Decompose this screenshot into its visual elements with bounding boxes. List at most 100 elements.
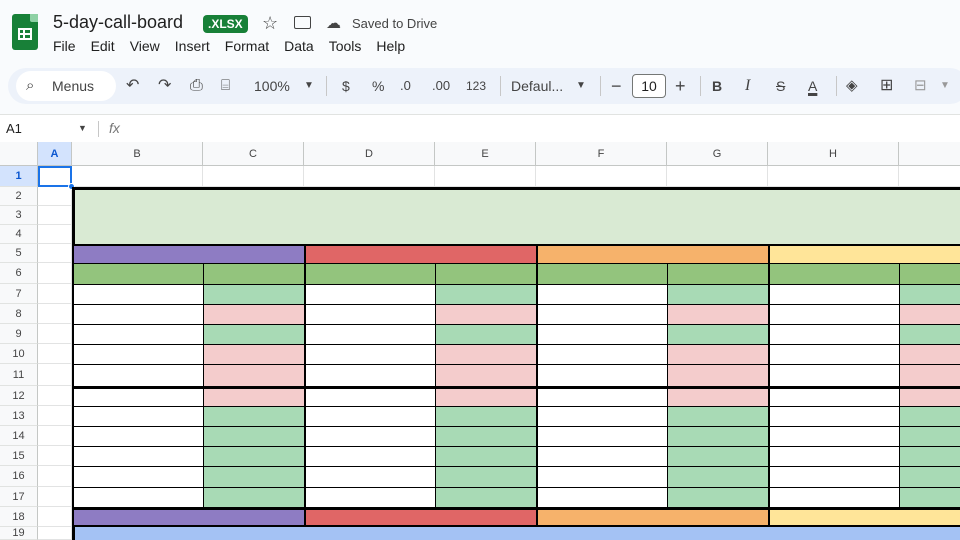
metric-value[interactable] (899, 284, 960, 304)
row-header-9[interactable]: 9 (0, 324, 38, 344)
grid-cell[interactable] (667, 166, 768, 187)
metric-value[interactable] (203, 487, 304, 507)
metric-value[interactable] (899, 344, 960, 364)
name-box[interactable]: A1 (6, 121, 22, 136)
metric-value[interactable] (899, 324, 960, 344)
grid-cell[interactable] (38, 263, 72, 284)
zoom-chevron-down-icon[interactable]: ▼ (304, 68, 314, 104)
grid-cell[interactable] (38, 304, 72, 324)
column-header-e[interactable]: E (435, 142, 536, 166)
metric-value[interactable] (899, 487, 960, 507)
menu-item-insert[interactable]: Insert (175, 38, 210, 54)
active-cell-a1[interactable] (38, 166, 72, 187)
metric-value[interactable] (899, 426, 960, 446)
paint-format-icon[interactable]: ⌸ (221, 68, 230, 104)
metric-value[interactable] (435, 487, 536, 507)
metric-value[interactable] (203, 324, 304, 344)
metric-value[interactable] (435, 426, 536, 446)
column-header-i[interactable]: I (899, 142, 960, 166)
metric-value[interactable] (203, 386, 304, 406)
row-header-7[interactable]: 7 (0, 284, 38, 304)
grid-cell[interactable] (38, 426, 72, 446)
name-box-chevron-down-icon[interactable]: ▼ (78, 123, 87, 133)
grid-cell[interactable] (38, 284, 72, 304)
column-header-g[interactable]: G (667, 142, 768, 166)
metric-value[interactable] (203, 304, 304, 324)
grid-cell[interactable] (38, 364, 72, 386)
font-select[interactable]: Defaul... (511, 68, 563, 104)
metric-value[interactable] (435, 324, 536, 344)
metric-value[interactable] (435, 446, 536, 466)
select-all-corner[interactable] (0, 142, 38, 166)
row-header-19[interactable]: 19 (0, 527, 38, 540)
metric-value[interactable] (667, 386, 768, 406)
metric-value[interactable] (203, 426, 304, 446)
insert-date-cell[interactable] (667, 263, 768, 284)
merge-cells-icon[interactable]: ⊟ (914, 68, 927, 104)
row-header-15[interactable]: 15 (0, 446, 38, 466)
metric-value[interactable] (667, 466, 768, 487)
grid-cell[interactable] (38, 466, 72, 487)
grid-cell[interactable] (768, 166, 899, 187)
metric-value[interactable] (899, 466, 960, 487)
metric-value[interactable] (899, 386, 960, 406)
metric-value[interactable] (203, 344, 304, 364)
grid-cell[interactable] (38, 324, 72, 344)
menu-item-data[interactable]: Data (284, 38, 314, 54)
grid-cell[interactable] (435, 166, 536, 187)
row-header-10[interactable]: 10 (0, 344, 38, 364)
merge-chevron-down-icon[interactable]: ▼ (940, 68, 950, 104)
metric-value[interactable] (899, 406, 960, 426)
spreadsheet-grid[interactable]: ABCDEFGHI12345678910111213141516171819 (0, 142, 960, 540)
grid-cell[interactable] (72, 166, 203, 187)
percent-format-button[interactable]: % (372, 68, 384, 104)
column-header-d[interactable]: D (304, 142, 435, 166)
row-header-18[interactable]: 18 (0, 507, 38, 527)
italic-button[interactable]: I (745, 68, 750, 104)
star-icon[interactable]: ☆ (262, 13, 278, 34)
currency-format-button[interactable]: $ (342, 68, 350, 104)
metric-value[interactable] (435, 466, 536, 487)
metric-value[interactable] (667, 324, 768, 344)
increase-decimal-button[interactable]: .00 (432, 68, 450, 104)
metric-value[interactable] (667, 304, 768, 324)
insert-date-cell[interactable] (203, 263, 304, 284)
row-header-5[interactable]: 5 (0, 244, 38, 263)
insert-date-cell[interactable] (899, 263, 960, 284)
metric-value[interactable] (667, 487, 768, 507)
column-header-c[interactable]: C (203, 142, 304, 166)
metric-value[interactable] (203, 406, 304, 426)
row-header-14[interactable]: 14 (0, 426, 38, 446)
strikethrough-button[interactable]: S (776, 68, 785, 104)
row-header-11[interactable]: 11 (0, 364, 38, 386)
search-menus[interactable]: ⌕ Menus (16, 71, 116, 101)
grid-cell[interactable] (38, 344, 72, 364)
metric-value[interactable] (667, 406, 768, 426)
menu-item-help[interactable]: Help (376, 38, 405, 54)
row-header-12[interactable]: 12 (0, 386, 38, 406)
borders-icon[interactable]: ⊞ (880, 68, 893, 104)
metric-value[interactable] (435, 406, 536, 426)
menu-item-edit[interactable]: Edit (91, 38, 115, 54)
grid-cell[interactable] (304, 166, 435, 187)
grid-cell[interactable] (38, 206, 72, 225)
grid-cell[interactable] (536, 166, 667, 187)
metric-value[interactable] (435, 344, 536, 364)
row-header-17[interactable]: 17 (0, 487, 38, 507)
metric-value[interactable] (203, 446, 304, 466)
metric-value[interactable] (667, 284, 768, 304)
metric-value[interactable] (203, 466, 304, 487)
metric-value[interactable] (435, 386, 536, 406)
metric-value[interactable] (667, 426, 768, 446)
insert-date-cell[interactable] (435, 263, 536, 284)
row-header-16[interactable]: 16 (0, 466, 38, 487)
grid-cell[interactable] (38, 244, 72, 263)
grid-cell[interactable] (899, 166, 960, 187)
metric-value[interactable] (667, 446, 768, 466)
grid-cell[interactable] (38, 406, 72, 426)
metric-value[interactable] (203, 364, 304, 386)
grid-cell[interactable] (38, 446, 72, 466)
redo-icon[interactable]: ↷ (158, 68, 171, 104)
bold-button[interactable]: B (712, 68, 722, 104)
column-header-f[interactable]: F (536, 142, 667, 166)
